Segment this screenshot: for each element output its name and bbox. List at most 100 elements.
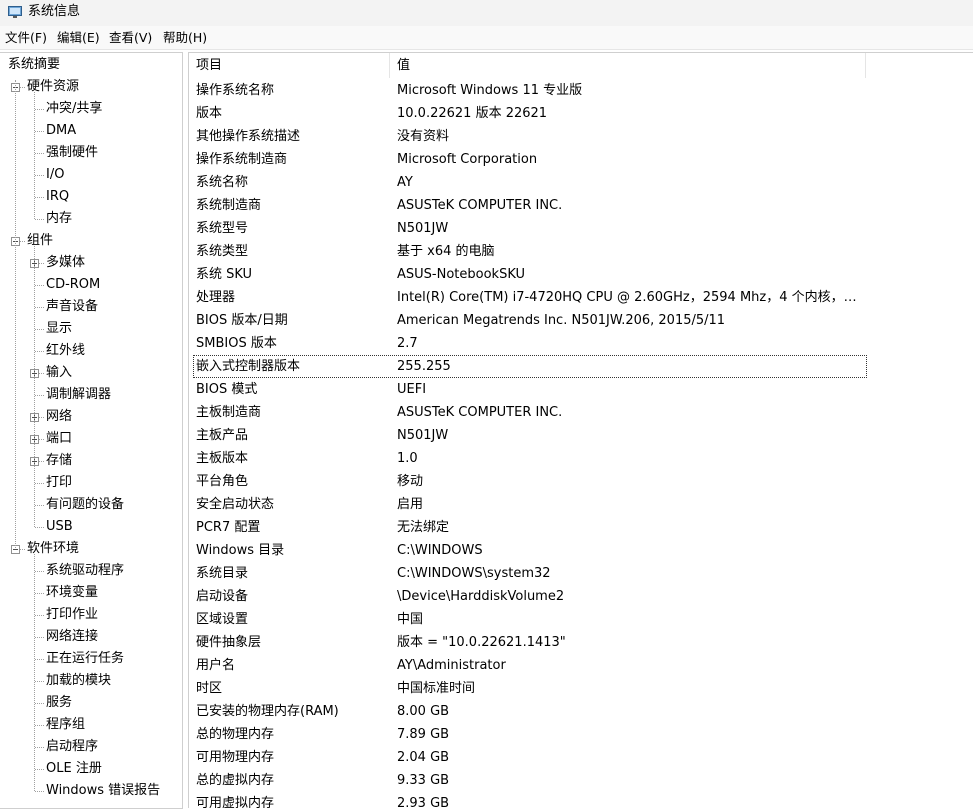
- tree-item[interactable]: IRQ: [46, 186, 69, 208]
- tree-item[interactable]: CD-ROM: [46, 274, 100, 296]
- tree-connector: [35, 131, 44, 132]
- value-cell: 版本 = "10.0.22621.1413": [397, 635, 566, 650]
- tree-item[interactable]: 声音设备: [46, 296, 98, 318]
- tree-item[interactable]: 红外线: [46, 340, 85, 362]
- tree-item-label: 打印作业: [46, 607, 99, 622]
- list-row[interactable]: 启动设备 \Device\HarddiskVolume2: [189, 585, 973, 608]
- value-cell: 基于 x64 的电脑: [397, 244, 495, 259]
- list-row[interactable]: 系统类型 基于 x64 的电脑: [189, 240, 973, 263]
- details-list[interactable]: 项目 值 操作系统名称 Microsoft Windows 11 专业版 版本 10.…: [188, 52, 973, 808]
- list-row[interactable]: 安全启动状态 启用: [189, 493, 973, 516]
- column-divider[interactable]: [865, 53, 866, 78]
- list-row[interactable]: 系统型号 N501JW: [189, 217, 973, 240]
- list-row[interactable]: 主板版本 1.0: [189, 447, 973, 470]
- tree-item-label: 显示: [46, 321, 73, 336]
- tree-item[interactable]: 输入: [46, 362, 72, 384]
- tree-item[interactable]: 加载的模块: [46, 670, 111, 692]
- tree-item[interactable]: USB: [46, 516, 73, 538]
- list-row[interactable]: 总的虚拟内存 9.33 GB: [189, 769, 973, 792]
- tree-item[interactable]: 内存: [46, 208, 72, 230]
- list-row[interactable]: 时区 中国标准时间: [189, 677, 973, 700]
- tree-item[interactable]: 环境变量: [46, 582, 98, 604]
- tree-connector: [35, 527, 44, 528]
- tree-item[interactable]: 启动程序: [46, 736, 98, 758]
- tree-item[interactable]: 端口: [46, 428, 72, 450]
- tree-item-label: 组件: [27, 233, 54, 248]
- value-cell: ASUSTeK COMPUTER INC.: [397, 198, 563, 213]
- list-row[interactable]: 系统名称 AY: [189, 171, 973, 194]
- tree-item[interactable]: I/O: [46, 164, 64, 186]
- list-row[interactable]: 总的物理内存 7.89 GB: [189, 723, 973, 746]
- list-row[interactable]: 可用物理内存 2.04 GB: [189, 746, 973, 769]
- column-header-item[interactable]: 项目: [196, 53, 222, 78]
- item-cell: BIOS 模式: [196, 382, 258, 397]
- list-row[interactable]: 版本 10.0.22621 版本 22621: [189, 102, 973, 125]
- list-row[interactable]: BIOS 版本/日期 American Megatrends Inc. N501J…: [189, 309, 973, 332]
- tree-item[interactable]: 有问题的设备: [46, 494, 124, 516]
- column-divider[interactable]: [389, 53, 390, 78]
- value-cell: 9.33 GB: [397, 773, 450, 788]
- value-cell: N501JW: [397, 221, 449, 236]
- tree-item[interactable]: DMA: [46, 120, 76, 142]
- tree-item[interactable]: 冲突/共享: [46, 98, 102, 120]
- list-row[interactable]: 系统目录 C:\WINDOWS\system32: [189, 562, 973, 585]
- list-row[interactable]: 操作系统名称 Microsoft Windows 11 专业版: [189, 79, 973, 102]
- list-row[interactable]: 主板制造商 ASUSTeK COMPUTER INC.: [189, 401, 973, 424]
- tree-item[interactable]: 网络: [46, 406, 72, 428]
- list-row[interactable]: 用户名 AY\Administrator: [189, 654, 973, 677]
- menu-view[interactable]: 查看(V): [109, 29, 152, 46]
- list-row[interactable]: 其他操作系统描述 没有资料: [189, 125, 973, 148]
- tree-item[interactable]: 系统摘要: [8, 54, 60, 76]
- tree-item-label: 加载的模块: [46, 673, 112, 688]
- menu-edit[interactable]: 编辑(E): [57, 29, 100, 46]
- tree-item[interactable]: 打印作业: [46, 604, 98, 626]
- list-row[interactable]: PCR7 配置 无法绑定: [189, 516, 973, 539]
- list-row[interactable]: 系统 SKU ASUS-NotebookSKU: [189, 263, 973, 286]
- tree-item[interactable]: 网络连接: [46, 626, 98, 648]
- list-row[interactable]: 系统制造商 ASUSTeK COMPUTER INC.: [189, 194, 973, 217]
- category-tree[interactable]: 系统摘要 硬件资源 冲突/共享 DMA 强制硬件 I/O IRQ 内存 组件 多媒体 CD-ROM 声…: [0, 52, 183, 809]
- list-row[interactable]: 可用虚拟内存 2.93 GB: [189, 792, 973, 808]
- tree-item[interactable]: 显示: [46, 318, 72, 340]
- tree-item[interactable]: 正在运行任务: [46, 648, 124, 670]
- tree-item[interactable]: 强制硬件: [46, 142, 98, 164]
- tree-item-label: 输入: [46, 365, 73, 380]
- tree-item[interactable]: OLE 注册: [46, 758, 102, 780]
- list-row[interactable]: 操作系统制造商 Microsoft Corporation: [189, 148, 973, 171]
- tree-item[interactable]: Windows 错误报告: [46, 780, 160, 802]
- tree-item[interactable]: 调制解调器: [46, 384, 111, 406]
- tree-connector: [35, 725, 44, 726]
- list-row[interactable]: 区域设置 中国: [189, 608, 973, 631]
- list-row[interactable]: 主板产品 N501JW: [189, 424, 973, 447]
- column-header-value[interactable]: 值: [397, 53, 410, 78]
- list-row[interactable]: 已安装的物理内存(RAM) 8.00 GB: [189, 700, 973, 723]
- item-cell: 主板制造商: [196, 405, 262, 420]
- list-row[interactable]: Windows 目录 C:\WINDOWS: [189, 539, 973, 562]
- tree-connector: [35, 109, 44, 110]
- tree-connector: [35, 637, 44, 638]
- tree-connector: [35, 703, 44, 704]
- tree-item[interactable]: 多媒体: [46, 252, 85, 274]
- value-cell: 中国: [397, 612, 424, 627]
- tree-item[interactable]: 系统驱动程序: [46, 560, 124, 582]
- list-row[interactable]: 平台角色 移动: [189, 470, 973, 493]
- tree-item[interactable]: 组件: [27, 230, 53, 252]
- tree-item-label: 网络: [46, 409, 73, 424]
- menu-help[interactable]: 帮助(H): [163, 29, 207, 46]
- tree-item-label: 调制解调器: [46, 387, 112, 402]
- list-row[interactable]: 处理器 Intel(R) Core(TM) i7-4720HQ CPU @ 2.6…: [189, 286, 973, 309]
- tree-item[interactable]: 打印: [46, 472, 72, 494]
- tree-item[interactable]: 存储: [46, 450, 72, 472]
- list-row[interactable]: SMBIOS 版本 2.7: [189, 332, 973, 355]
- menu-bar: 文件(F) 编辑(E) 查看(V) 帮助(H): [0, 26, 973, 50]
- list-row[interactable]: BIOS 模式 UEFI: [189, 378, 973, 401]
- value-cell: 10.0.22621 版本 22621: [397, 106, 548, 121]
- tree-item[interactable]: 程序组: [46, 714, 85, 736]
- menu-file[interactable]: 文件(F): [5, 29, 47, 46]
- item-cell: PCR7 配置: [196, 520, 261, 535]
- list-row[interactable]: 硬件抽象层 版本 = "10.0.22621.1413": [189, 631, 973, 654]
- tree-item-label: 系统驱动程序: [46, 563, 125, 578]
- list-row[interactable]: 嵌入式控制器版本 255.255: [189, 355, 973, 378]
- value-cell: 移动: [397, 474, 424, 489]
- tree-item[interactable]: 服务: [46, 692, 72, 714]
